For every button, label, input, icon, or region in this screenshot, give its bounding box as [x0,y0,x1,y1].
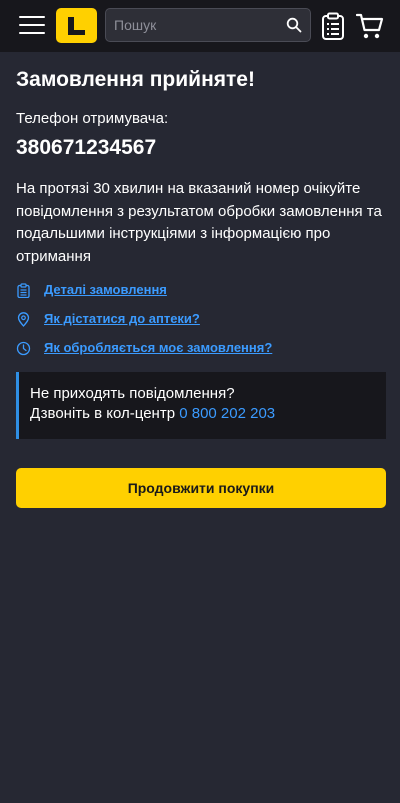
order-details-link[interactable]: Деталі замовлення [44,282,167,297]
pharmacy-directions-link[interactable]: Як дістатися до аптеки? [44,311,200,326]
continue-shopping-button[interactable]: Продовжити покупки [16,468,386,508]
phone-number: 380671234567 [16,136,157,159]
clipboard-icon [17,283,30,298]
order-details-link-row: Деталі замовлення [16,280,316,300]
page-title: Замовлення прийняте! [16,68,255,91]
brand-logo[interactable] [56,8,97,43]
order-processing-link-row: Як обробляється моє замовлення? [16,338,316,358]
notice-question: Не приходять повідомлення? [30,385,235,402]
confirmation-message: На протязі 30 хвилин на вказаний номер о… [16,180,382,265]
search-box [105,8,311,42]
search-input[interactable] [114,9,282,41]
top-header [0,0,400,52]
hamburger-menu-icon[interactable] [19,14,45,36]
phone-label: Телефон отримувача: [16,110,169,127]
location-pin-icon [17,312,30,327]
clipboard-list-icon[interactable] [321,12,345,40]
search-icon[interactable] [286,17,302,33]
callcenter-phone-link[interactable]: 0 800 202 203 [179,405,275,422]
clock-icon [16,341,31,356]
order-processing-link[interactable]: Як обробляється моє замовлення? [44,340,272,355]
notice-callcenter-text: Дзвоніть в кол-центр [30,405,176,422]
pharmacy-directions-link-row: Як дістатися до аптеки? [16,309,316,329]
notice-callcenter-line: Дзвоніть в кол-центр 0 800 202 203 [30,405,275,422]
cart-icon[interactable] [356,12,384,40]
callcenter-notice: Не приходять повідомлення? Дзвоніть в ко… [16,372,386,439]
